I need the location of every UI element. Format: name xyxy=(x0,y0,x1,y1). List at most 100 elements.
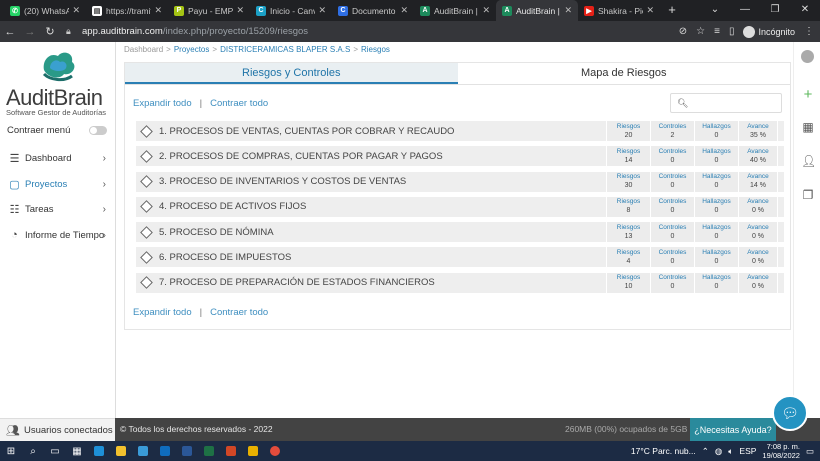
breadcrumb-proyectos[interactable]: Proyectos xyxy=(174,45,210,54)
collapse-menu-toggle[interactable] xyxy=(89,126,107,135)
minimize-button[interactable]: — xyxy=(730,0,760,21)
browser-tab[interactable]: C Inicio - Canva✕ xyxy=(250,0,332,21)
forward-arrow-icon[interactable]: → xyxy=(20,26,40,38)
task-view-icon[interactable]: ▭ xyxy=(44,446,66,457)
tab-riesgos-controles[interactable]: Riesgos y Controles xyxy=(125,63,458,84)
auditbrain-logo[interactable]: AuditBrain Software Gestor de Auditorías xyxy=(6,48,111,120)
connected-users[interactable]: 👥︎ Usuarios conectados xyxy=(0,418,115,441)
sidebar-item-tareas[interactable]: ☷ Tareas › xyxy=(0,197,115,223)
restore-button[interactable]: ❐ xyxy=(760,0,790,21)
excel-icon[interactable] xyxy=(204,446,214,456)
search-taskbar-icon[interactable]: ⌕ xyxy=(22,446,44,457)
clock[interactable]: 7:08 p. m. 19/08/2022 xyxy=(762,442,800,460)
help-button[interactable]: ¿Necesitas Ayuda? xyxy=(690,418,776,441)
back-arrow-icon[interactable]: ← xyxy=(0,26,20,38)
process-row[interactable]: 1. PROCESOS DE VENTAS, CUENTAS POR COBRA… xyxy=(136,121,784,141)
browser-tab[interactable]: P Payu - EMPRES✕ xyxy=(168,0,250,21)
close-tab-icon[interactable]: ✕ xyxy=(400,5,408,16)
search-input[interactable] xyxy=(692,98,781,108)
metric-value: 2 xyxy=(670,131,675,139)
language-indicator[interactable]: ESP xyxy=(739,446,756,456)
close-tab-icon[interactable]: ✕ xyxy=(72,5,80,16)
logo-tagline: Software Gestor de Auditorías xyxy=(6,108,107,117)
incognito-badge[interactable]: Incógnito xyxy=(743,25,795,38)
sidebar-item-icon: ☰ xyxy=(9,153,20,166)
notifications-icon[interactable]: ▭ xyxy=(806,446,814,457)
powerpoint-icon[interactable] xyxy=(226,446,236,456)
tab-mapa-riesgos[interactable]: Mapa de Riesgos xyxy=(457,63,790,84)
collapse-all-link[interactable]: Contraer todo xyxy=(210,98,268,109)
close-tab-icon[interactable]: ✕ xyxy=(236,5,244,16)
search-box[interactable]: 🔍︎ xyxy=(670,93,782,113)
breadcrumb: Dashboard > Proyectos > DISTRICERAMICAS BLAP… xyxy=(124,45,390,54)
word-icon[interactable] xyxy=(182,446,192,456)
process-row[interactable]: 3. PROCESO DE INVENTARIOS Y COSTOS DE VE… xyxy=(136,171,784,192)
edge-icon[interactable] xyxy=(94,446,104,456)
app-icon[interactable] xyxy=(248,446,258,456)
store-icon[interactable] xyxy=(138,446,148,456)
metric-header: Avance xyxy=(747,173,769,181)
user-avatar-icon[interactable] xyxy=(801,50,815,63)
media-icon[interactable]: ≡ xyxy=(714,26,720,37)
metric-controles: Controles 2 xyxy=(650,121,694,141)
windows-start-icon[interactable]: ⊞ xyxy=(0,446,22,457)
breadcrumb-riesgos[interactable]: Riesgos xyxy=(361,45,390,54)
star-icon[interactable]: ☆ xyxy=(696,26,705,37)
process-row[interactable]: 2. PROCESOS DE COMPRAS, CUENTAS POR PAGA… xyxy=(136,146,784,167)
process-row[interactable]: 6. PROCESO DE IMPUESTOS Riesgos 4 Controles… xyxy=(136,247,784,268)
new-tab-button[interactable]: + xyxy=(660,0,684,21)
eye-off-icon[interactable]: ⊘ xyxy=(679,26,687,37)
add-icon[interactable]: + xyxy=(801,86,815,103)
browser-tab[interactable]: A AuditBrain | R✕ xyxy=(496,0,578,21)
browser-tab[interactable]: ▤ https://tramit ✕ xyxy=(86,0,168,21)
process-row[interactable]: 5. PROCESO DE NÓMINA Riesgos 13 Controles 0 H… xyxy=(136,222,784,243)
breadcrumb-dashboard[interactable]: Dashboard xyxy=(124,45,163,54)
volume-icon[interactable]: 🔈︎ xyxy=(728,446,733,457)
expand-all-link-bottom[interactable]: Expandir todo xyxy=(133,307,192,318)
user-edit-icon[interactable]: 👤︎ xyxy=(801,154,816,168)
sidebar-item-informe-de-tiempo[interactable]: ◔ Informe de Tiempo › xyxy=(0,223,115,249)
sidebar-item-dashboard[interactable]: ☰ Dashboard › xyxy=(0,146,115,172)
metric-hallazgos: Hallazgos 0 xyxy=(694,222,738,243)
weather-text[interactable]: 17°C Parc. nub... xyxy=(631,446,696,456)
metric-value: 40 % xyxy=(750,156,766,164)
chat-icon[interactable]: 💬︎ xyxy=(772,395,808,431)
close-tab-icon[interactable]: ✕ xyxy=(646,5,654,16)
sidepanel-icon[interactable]: ▯ xyxy=(729,26,735,37)
diamond-icon xyxy=(140,149,153,163)
copy-icon[interactable]: ❐ xyxy=(801,188,815,202)
close-tab-icon[interactable]: ✕ xyxy=(482,5,490,16)
process-row[interactable]: 7. PROCESO DE PREPARACIÓN DE ESTADOS FIN… xyxy=(136,272,784,293)
process-row[interactable]: 4. PROCESO DE ACTIVOS FIJOS Riesgos 8 Contr… xyxy=(136,196,784,217)
collapse-all-link-bottom[interactable]: Contraer todo xyxy=(210,307,268,318)
process-title: 7. PROCESO DE PREPARACIÓN DE ESTADOS FIN… xyxy=(159,277,435,289)
outlook-icon[interactable] xyxy=(160,446,170,456)
close-tab-icon[interactable]: ✕ xyxy=(318,5,326,16)
browser-tab[interactable]: C Documento sin✕ xyxy=(332,0,414,21)
metric-riesgos: Riesgos 10 xyxy=(606,272,650,293)
network-icon[interactable]: ◍ xyxy=(715,446,722,457)
metric-hallazgos: Hallazgos 0 xyxy=(694,146,738,167)
sidebar-item-label: Proyectos xyxy=(25,178,68,190)
tray-chevron-icon[interactable]: ⌃ xyxy=(702,446,709,457)
incognito-label: Incógnito xyxy=(758,26,795,37)
tab-search-icon[interactable]: ⌄ xyxy=(700,0,730,21)
widgets-icon[interactable]: ▦ xyxy=(66,446,88,457)
close-window-button[interactable]: ✕ xyxy=(790,0,820,21)
browser-tab[interactable]: A AuditBrain | R✕ xyxy=(414,0,496,21)
metric-avance: Avance 35 % xyxy=(738,121,778,141)
reload-icon[interactable]: ↻ xyxy=(40,25,60,38)
table-icon[interactable]: ▦ xyxy=(801,120,815,134)
browser-tab[interactable]: ▶ Shakira - Pies✕ xyxy=(578,0,660,21)
more-menu-icon[interactable]: ⋮ xyxy=(804,26,814,37)
chrome-icon[interactable] xyxy=(270,446,280,456)
close-tab-icon[interactable]: ✕ xyxy=(154,5,162,16)
expand-all-link[interactable]: Expandir todo xyxy=(133,98,192,109)
collapse-menu-row[interactable]: Contraer menú xyxy=(7,125,107,136)
sidebar-item-proyectos[interactable]: ▢ Proyectos › xyxy=(0,172,115,198)
browser-tab[interactable]: ✆ (20) WhatsApp✕ xyxy=(4,0,86,21)
file-explorer-icon[interactable] xyxy=(116,446,126,456)
close-tab-icon[interactable]: ✕ xyxy=(564,5,572,16)
breadcrumb-client[interactable]: DISTRICERAMICAS BLAPER S.A.S xyxy=(220,45,350,54)
url-field[interactable]: 🔒︎ app.auditbrain.com/index.php/proyecto… xyxy=(66,23,679,40)
